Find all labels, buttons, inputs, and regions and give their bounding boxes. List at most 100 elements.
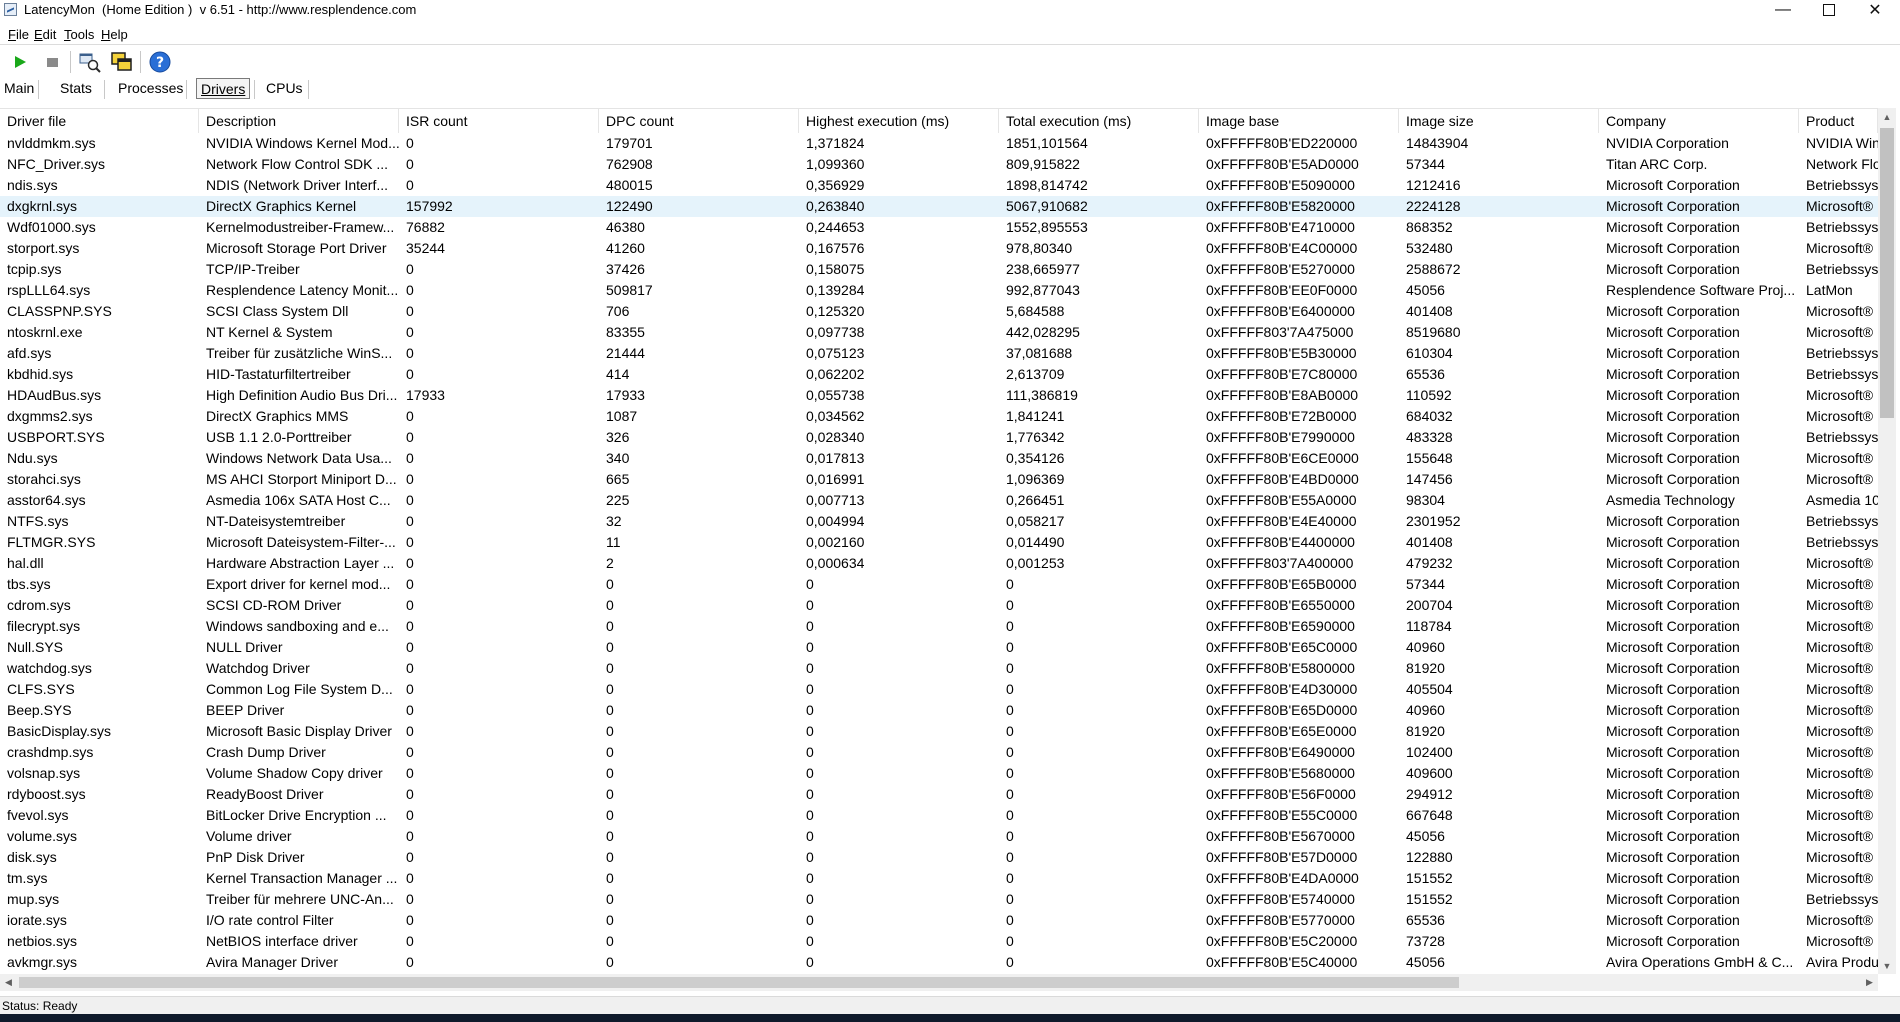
column-header[interactable]: Company: [1599, 109, 1799, 133]
table-cell: 37426: [606, 261, 645, 277]
table-row[interactable]: tcpip.sys TCP/IP-Treiber 0 37426 0,158075 238…: [0, 259, 1878, 280]
table-row[interactable]: kbdhid.sys HID-Tastaturfiltertreiber 0 414 0…: [0, 364, 1878, 385]
column-header[interactable]: Total execution (ms): [999, 109, 1199, 133]
scroll-down-arrow-icon[interactable]: ▼: [1878, 957, 1896, 974]
table-row[interactable]: CLFS.SYS Common Log File System D... 0 0 0 0 0…: [0, 679, 1878, 700]
table-cell: 40960: [1406, 702, 1445, 718]
table-row[interactable]: CLASSPNP.SYS SCSI Class System Dll 0 706 0,1…: [0, 301, 1878, 322]
table-cell: 294912: [1406, 786, 1453, 802]
table-cell: 0: [406, 597, 414, 613]
table-cell: 0: [606, 618, 614, 634]
table-row[interactable]: storahci.sys MS AHCI Storport Miniport D.…: [0, 469, 1878, 490]
table-cell: 0,004994: [806, 513, 865, 529]
table-row[interactable]: rdyboost.sys ReadyBoost Driver 0 0 0 0 0xFFFFF…: [0, 784, 1878, 805]
table-row[interactable]: volume.sys Volume driver 0 0 0 0 0xFFFFF80B'E5…: [0, 826, 1878, 847]
table-row[interactable]: avkmgr.sys Avira Manager Driver 0 0 0 0 0xFFFF…: [0, 952, 1878, 973]
table-cell: 2: [606, 555, 614, 571]
table-row[interactable]: storport.sys Microsoft Storage Port Drive…: [0, 238, 1878, 259]
column-header[interactable]: Driver file: [0, 109, 199, 133]
table-cell: 0: [406, 618, 414, 634]
stop-button[interactable]: [40, 50, 64, 74]
table-row[interactable]: cdrom.sys SCSI CD-ROM Driver 0 0 0 0 0xFFFFF80…: [0, 595, 1878, 616]
table-row[interactable]: HDAudBus.sys High Definition Audio Bus Dr…: [0, 385, 1878, 406]
scroll-left-arrow-icon[interactable]: ◀: [0, 974, 17, 991]
table-row[interactable]: crashdmp.sys Crash Dump Driver 0 0 0 0 0xFFFFF…: [0, 742, 1878, 763]
column-header[interactable]: ISR count: [399, 109, 599, 133]
windows-button[interactable]: [110, 50, 134, 74]
table-row[interactable]: ntoskrnl.exe NT Kernel & System 0 83355 0,09…: [0, 322, 1878, 343]
scroll-right-arrow-icon[interactable]: ▶: [1861, 974, 1878, 991]
table-cell: 0: [606, 807, 614, 823]
table-row[interactable]: Wdf01000.sys Kernelmodustreiber-Framew...…: [0, 217, 1878, 238]
vertical-scroll-thumb[interactable]: [1880, 128, 1894, 418]
scroll-up-arrow-icon[interactable]: ▲: [1878, 108, 1896, 125]
table-cell: 0: [406, 492, 414, 508]
vertical-scrollbar[interactable]: ▲ ▼: [1878, 108, 1896, 974]
table-cell: 57344: [1406, 156, 1445, 172]
table-row[interactable]: BasicDisplay.sys Microsoft Basic Display …: [0, 721, 1878, 742]
table-row[interactable]: disk.sys PnP Disk Driver 0 0 0 0 0xFFFFF80B'E5…: [0, 847, 1878, 868]
table-row[interactable]: iorate.sys I/O rate control Filter 0 0 0 0 0xF…: [0, 910, 1878, 931]
tab-stats[interactable]: Stats: [56, 78, 96, 99]
horizontal-scrollbar[interactable]: ◀ ▶: [0, 974, 1878, 991]
column-header[interactable]: Image base: [1199, 109, 1399, 133]
column-header[interactable]: Description: [199, 109, 399, 133]
table-row[interactable]: NTFS.sys NT-Dateisystemtreiber 0 32 0,004994…: [0, 511, 1878, 532]
table-row[interactable]: mup.sys Treiber für mehrere UNC-An... 0 0 0 0…: [0, 889, 1878, 910]
table-row[interactable]: dxgmms2.sys DirectX Graphics MMS 0 1087 0,03…: [0, 406, 1878, 427]
table-cell: 37,081688: [1006, 345, 1073, 361]
column-header[interactable]: Image size: [1399, 109, 1599, 133]
table-row[interactable]: ndis.sys NDIS (Network Driver Interf... 0 4…: [0, 175, 1878, 196]
table-row[interactable]: tm.sys Kernel Transaction Manager ... 0 0 0 0…: [0, 868, 1878, 889]
tab-drivers[interactable]: Drivers: [196, 78, 251, 99]
tab-main[interactable]: Main: [0, 78, 38, 99]
column-header[interactable]: Highest execution (ms): [799, 109, 999, 133]
table-cell: Watchdog Driver: [206, 660, 310, 676]
table-cell: 0: [1006, 576, 1014, 592]
table-row[interactable]: NFC_Driver.sys Network Flow Control SDK .…: [0, 154, 1878, 175]
column-header[interactable]: DPC count: [599, 109, 799, 133]
close-button[interactable]: ✕: [1852, 0, 1898, 20]
find-process-button[interactable]: [78, 50, 102, 74]
table-cell: DirectX Graphics MMS: [206, 408, 349, 424]
tab-cpus[interactable]: CPUs: [262, 78, 307, 99]
help-button[interactable]: ?: [148, 50, 172, 74]
table-row[interactable]: Beep.SYS BEEP Driver 0 0 0 0 0xFFFFF80B'E65D00…: [0, 700, 1878, 721]
table-row[interactable]: watchdog.sys Watchdog Driver 0 0 0 0 0xFFFFF80…: [0, 658, 1878, 679]
table-row[interactable]: asstor64.sys Asmedia 106x SATA Host C... 0…: [0, 490, 1878, 511]
table-row[interactable]: USBPORT.SYS USB 1.1 2.0-Porttreiber 0 326 0,…: [0, 427, 1878, 448]
table-row[interactable]: filecrypt.sys Windows sandboxing and e...…: [0, 616, 1878, 637]
table-cell: disk.sys: [7, 849, 57, 865]
table-row[interactable]: dxgkrnl.sys DirectX Graphics Kernel 157992…: [0, 196, 1878, 217]
table-cell: Microsoft Corporation: [1606, 660, 1740, 676]
table-row[interactable]: rspLLL64.sys Resplendence Latency Monit..…: [0, 280, 1878, 301]
table-row[interactable]: hal.dll Hardware Abstraction Layer ... 0 2 0…: [0, 553, 1878, 574]
table-cell: Microsoft Corporation: [1606, 870, 1740, 886]
table-row[interactable]: nvlddmkm.sys NVIDIA Windows Kernel Mod...…: [0, 133, 1878, 154]
table-cell: 0: [806, 828, 814, 844]
table-cell: Treiber für mehrere UNC-An...: [206, 891, 394, 907]
tab-processes[interactable]: Processes: [114, 78, 187, 99]
horizontal-scroll-thumb[interactable]: [19, 977, 1459, 988]
table-row[interactable]: netbios.sys NetBIOS interface driver 0 0 0 0 0…: [0, 931, 1878, 952]
minimize-button[interactable]: —: [1760, 0, 1806, 20]
table-cell: 1,096369: [1006, 471, 1065, 487]
menu-file[interactable]: File: [8, 27, 29, 42]
menu-tools[interactable]: Tools: [64, 27, 94, 42]
maximize-button[interactable]: [1806, 0, 1852, 20]
table-row[interactable]: fvevol.sys BitLocker Drive Encryption ...…: [0, 805, 1878, 826]
start-button[interactable]: [8, 50, 32, 74]
table-row[interactable]: Ndu.sys Windows Network Data Usa... 0 340 0,…: [0, 448, 1878, 469]
menu-edit[interactable]: Edit: [34, 27, 56, 42]
table-row[interactable]: volsnap.sys Volume Shadow Copy driver 0 0 0 0…: [0, 763, 1878, 784]
table-cell: Microsoft Corporation: [1606, 555, 1740, 571]
column-header[interactable]: Product: [1799, 109, 1878, 133]
table-cell: 238,665977: [1006, 261, 1080, 277]
table-row[interactable]: tbs.sys Export driver for kernel mod... 0 0…: [0, 574, 1878, 595]
table-row[interactable]: afd.sys Treiber für zusätzliche WinS... 0 2…: [0, 343, 1878, 364]
table-cell: 0: [1006, 723, 1014, 739]
table-row[interactable]: Null.SYS NULL Driver 0 0 0 0 0xFFFFF80B'E65C00…: [0, 637, 1878, 658]
menu-help[interactable]: Help: [101, 27, 128, 42]
table-cell: Microsoft Corporation: [1606, 765, 1740, 781]
table-row[interactable]: FLTMGR.SYS Microsoft Dateisystem-Filter-.…: [0, 532, 1878, 553]
